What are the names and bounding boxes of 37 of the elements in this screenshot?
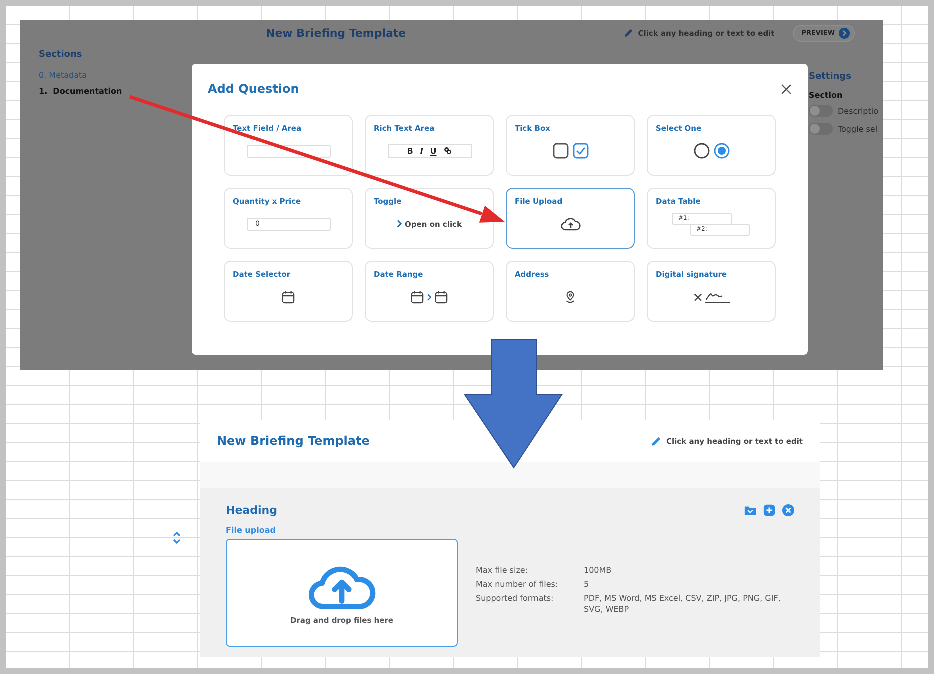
detail-value: 5: [584, 579, 590, 590]
calendar-icon: [435, 290, 448, 304]
location-pin-icon: [564, 290, 577, 304]
link-icon: [444, 147, 452, 155]
chevron-right-icon: [427, 294, 432, 300]
detail-label: Max number of files:: [476, 579, 560, 590]
toggle-switch[interactable]: [809, 105, 833, 117]
detail-value: 100MB: [584, 565, 613, 576]
modal-title: Add Question: [208, 82, 300, 96]
pencil-icon: [650, 436, 662, 446]
sidebar-heading: Sections: [39, 50, 84, 60]
close-icon[interactable]: [781, 84, 792, 94]
calendar-icon: [282, 290, 295, 304]
detail-value: PDF, MS Word, MS Excel, CSV, ZIP, JPG, PNG, GIF, SVG, WEBP: [584, 593, 782, 615]
cloud-upload-icon: [560, 216, 582, 232]
section-subheading: Section: [809, 91, 844, 100]
reorder-icon[interactable]: [172, 531, 182, 545]
chevron-right-icon: [839, 28, 850, 38]
toggle-label: Descriptio: [838, 106, 878, 116]
close-icon[interactable]: [782, 504, 795, 516]
toggle-switch[interactable]: [809, 123, 833, 135]
chevron-right-icon: [397, 220, 402, 228]
page-title: New Briefing Template: [266, 26, 406, 40]
format-label: I: [420, 146, 424, 156]
detail-label: Supported formats:: [476, 593, 555, 605]
format-label: U: [430, 146, 437, 156]
toggle-label: Toggle sel: [838, 124, 878, 134]
settings-heading: Settings: [809, 72, 852, 82]
pencil-icon: [624, 28, 634, 38]
calendar-icon: [411, 290, 424, 304]
section-item[interactable]: 1. Documentation: [39, 87, 122, 96]
question-heading: Heading: [226, 504, 278, 516]
add-icon[interactable]: [763, 504, 776, 516]
page-title: New Briefing Template: [217, 434, 370, 448]
format-label: B: [407, 146, 414, 156]
field-label: File upload: [226, 526, 277, 535]
detail-label: Max file size:: [476, 565, 530, 576]
